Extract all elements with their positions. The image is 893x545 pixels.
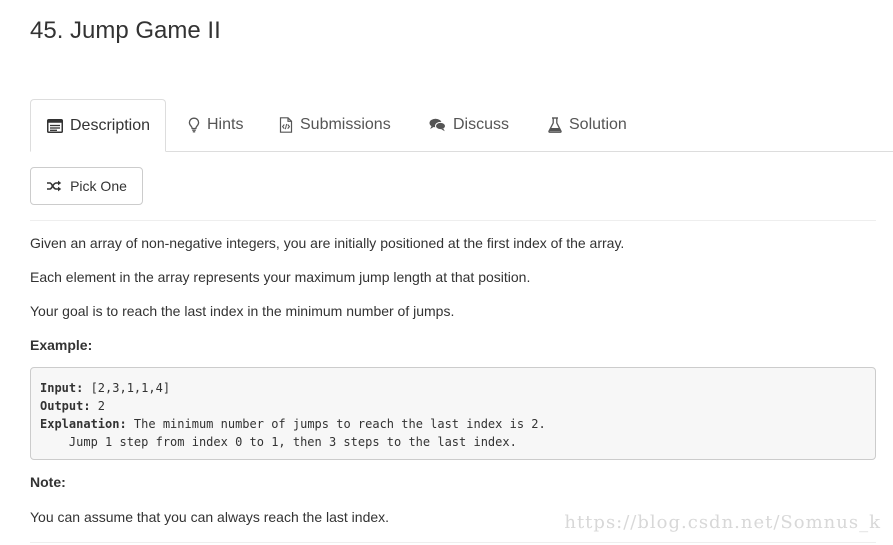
tab-submissions[interactable]: Submissions [279, 99, 391, 151]
code-line-output: Output: 2 [40, 397, 866, 415]
watermark-text: https://blog.csdn.net/Somnus_k [564, 512, 881, 533]
tab-discuss[interactable]: Discuss [429, 99, 509, 151]
tab-hints[interactable]: Hints [188, 99, 243, 151]
note-heading: Note: [30, 474, 66, 490]
tab-description-label: Description [70, 116, 151, 134]
flask-icon [548, 117, 562, 133]
example-heading: Example: [30, 337, 93, 353]
content-divider-top [30, 220, 876, 221]
shuffle-icon [46, 180, 62, 192]
comments-icon [429, 118, 446, 132]
page-title: 45. Jump Game II [30, 17, 221, 44]
pick-one-label: Pick One [70, 178, 127, 194]
code-file-icon [279, 117, 293, 133]
code-explanation-key: Explanation: [40, 417, 127, 431]
tab-description[interactable]: Description [30, 99, 167, 152]
pick-one-button[interactable]: Pick One [30, 167, 143, 205]
description-paragraph-2: Each element in the array represents you… [30, 269, 531, 285]
tab-discuss-label: Discuss [453, 116, 510, 133]
description-icon [47, 118, 63, 133]
description-paragraph-3: Your goal is to reach the last index in … [30, 303, 455, 319]
description-paragraph-1: Given an array of non-negative integers,… [30, 235, 625, 251]
code-input-value: [2,3,1,1,4] [83, 381, 171, 395]
tab-solution[interactable]: Solution [548, 99, 627, 151]
example-code-block: Input: [2,3,1,1,4] Output: 2 Explanation: … [30, 367, 876, 460]
tab-submissions-label: Submissions [300, 116, 391, 133]
code-explanation-value: The minimum number of jumps to reach the… [126, 417, 546, 431]
tab-solution-label: Solution [569, 116, 627, 133]
lightbulb-icon [188, 117, 200, 133]
tab-bar: Description Hints Submissions Discuss So… [30, 99, 893, 152]
code-line-explanation: Explanation: The minimum number of jumps… [40, 415, 866, 433]
code-output-key: Output: [40, 399, 91, 413]
note-text: You can assume that you can always reach… [30, 509, 390, 525]
code-line-explanation-cont: Jump 1 step from index 0 to 1, then 3 st… [40, 435, 517, 449]
code-line-input: Input: [2,3,1,1,4] [40, 379, 866, 397]
tab-hints-label: Hints [207, 116, 244, 133]
code-input-key: Input: [40, 381, 84, 395]
content-divider-bottom [30, 542, 876, 543]
code-output-value: 2 [90, 399, 106, 413]
